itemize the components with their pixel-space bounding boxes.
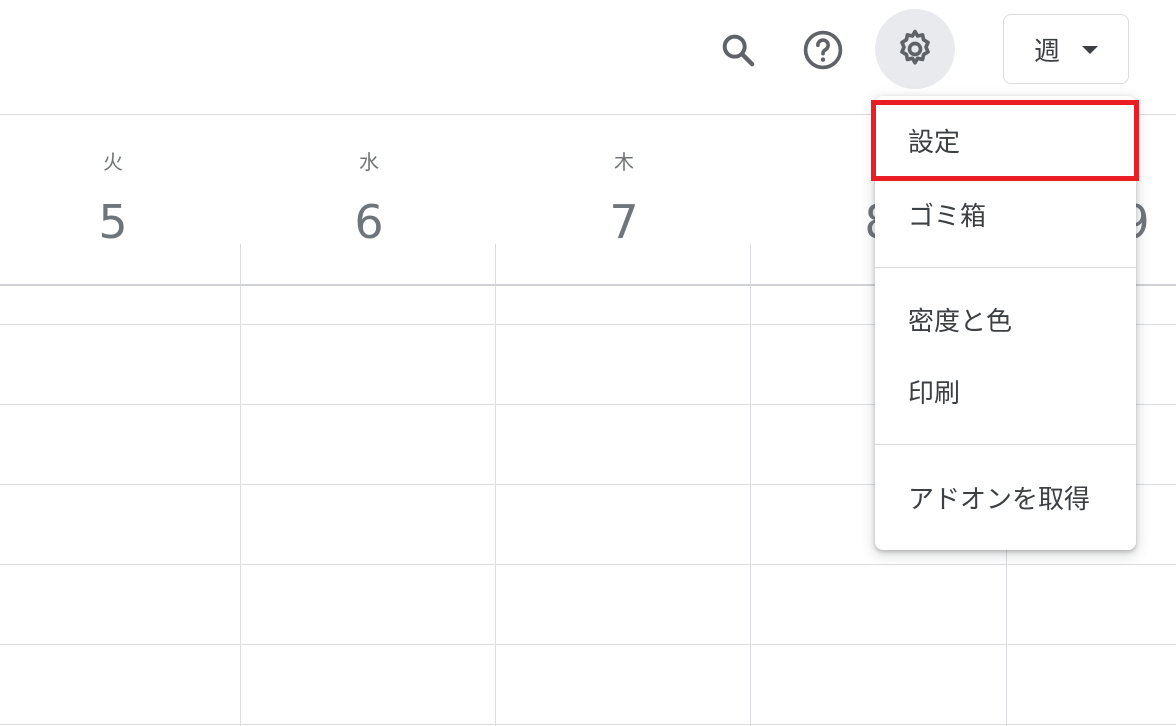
grid-divider xyxy=(240,244,241,726)
hour-line xyxy=(0,564,1176,565)
day-of-week: 木 xyxy=(614,150,634,174)
chevron-down-icon xyxy=(1082,46,1098,54)
day-header[interactable]: 水 6 xyxy=(309,140,429,250)
view-selector[interactable]: 週 xyxy=(1003,14,1129,84)
settings-button[interactable] xyxy=(875,9,955,89)
search-button[interactable] xyxy=(698,10,778,90)
help-icon xyxy=(803,30,843,70)
menu-item-get-addons[interactable]: アドオンを取得 xyxy=(875,461,1136,533)
day-header[interactable]: 木 7 xyxy=(564,140,684,250)
day-of-week: 水 xyxy=(359,150,379,174)
menu-divider xyxy=(875,267,1136,268)
grid-divider xyxy=(750,244,751,726)
menu-item-print[interactable]: 印刷 xyxy=(875,355,1136,427)
gear-icon xyxy=(900,29,930,65)
menu-item-trash[interactable]: ゴミ箱 xyxy=(875,178,1136,250)
grid-divider xyxy=(495,244,496,726)
search-icon xyxy=(722,34,755,67)
view-selector-label: 週 xyxy=(1033,36,1060,67)
day-header[interactable]: 火 5 xyxy=(53,140,173,250)
day-number[interactable]: 7 xyxy=(564,194,684,250)
help-button[interactable] xyxy=(783,10,863,90)
menu-divider xyxy=(875,444,1136,445)
highlight-box xyxy=(871,100,1139,181)
day-of-week: 火 xyxy=(103,150,123,174)
menu-item-density-color[interactable]: 密度と色 xyxy=(875,283,1136,355)
hour-line xyxy=(0,724,1176,725)
hour-line xyxy=(0,644,1176,645)
day-number[interactable]: 5 xyxy=(53,194,173,250)
day-number[interactable]: 6 xyxy=(309,194,429,250)
